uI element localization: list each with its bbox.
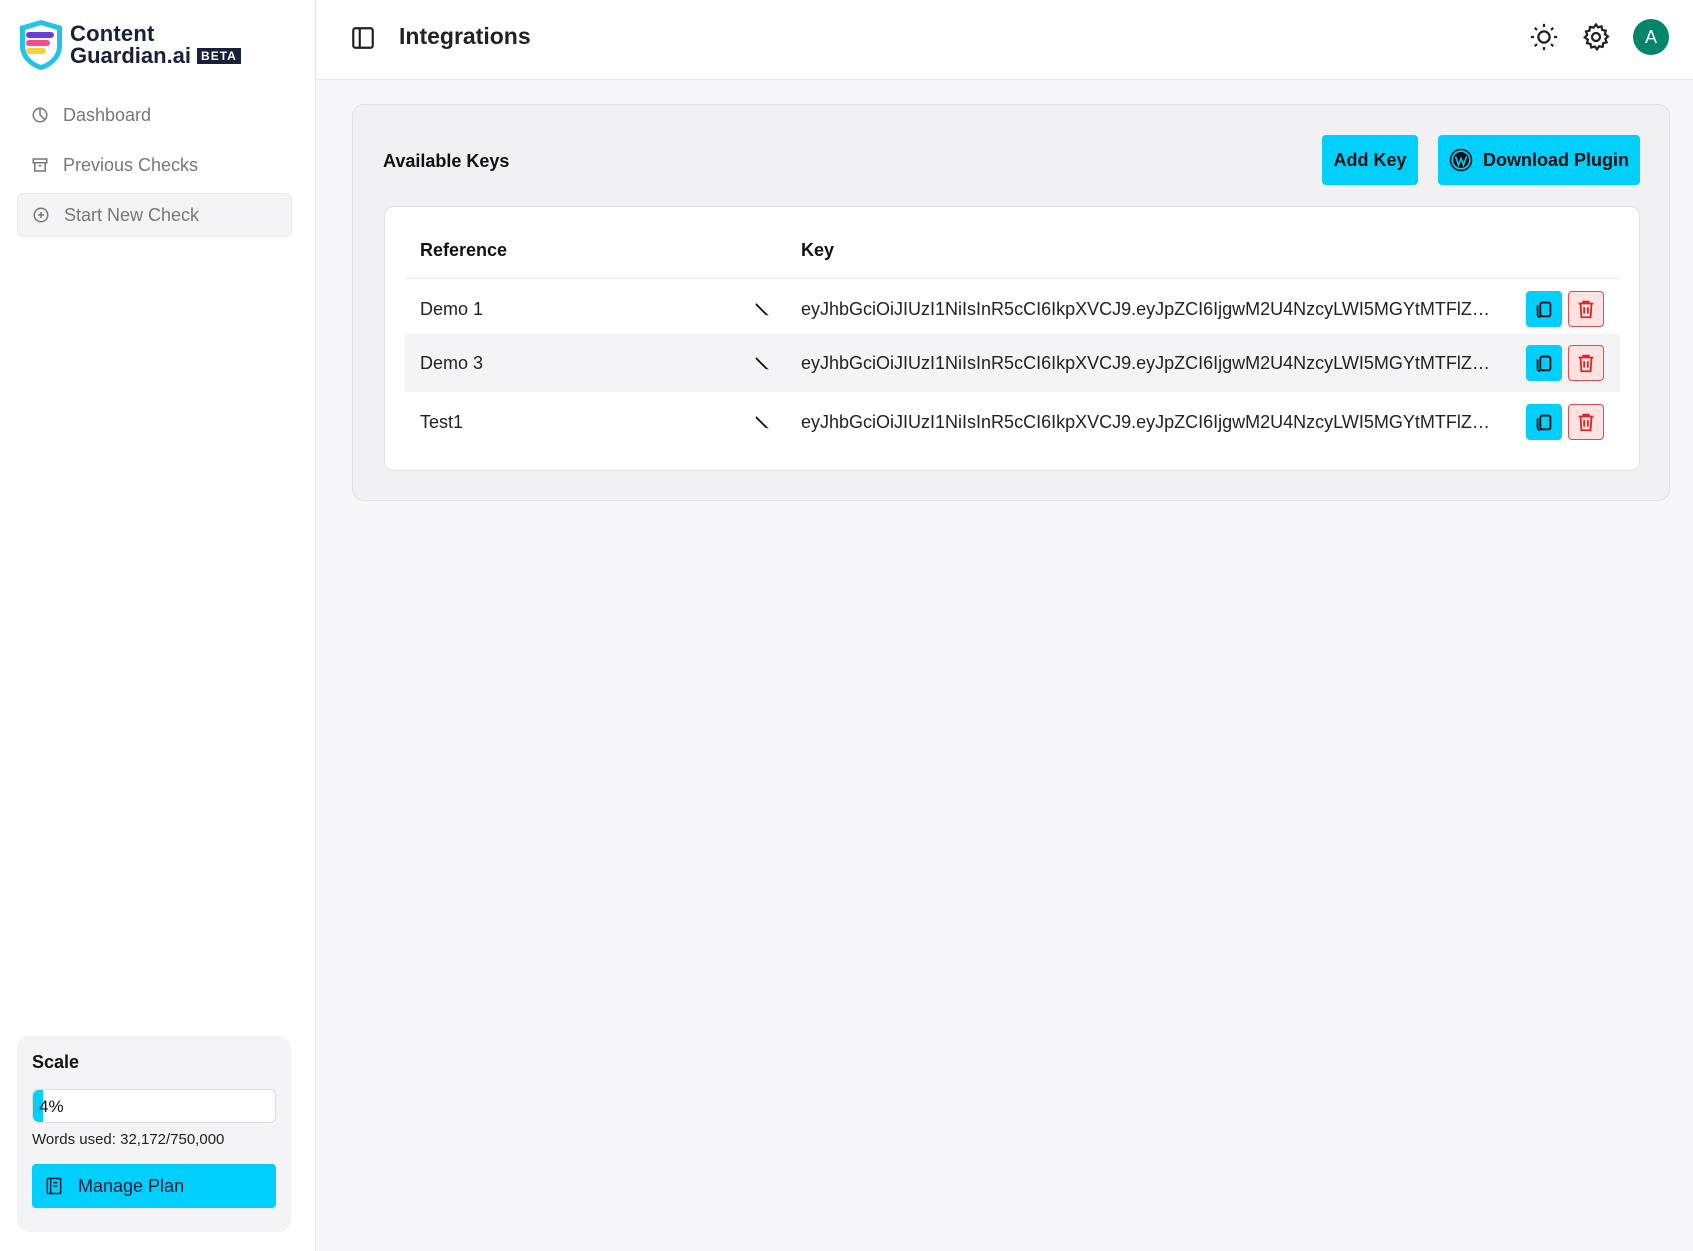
notebook-icon xyxy=(46,1177,62,1195)
plan-usage-card: Scale 4% Words used: 32,172/750,000 Mana… xyxy=(17,1036,291,1232)
brand-logo[interactable]: Content Guardian.ai BETA xyxy=(16,18,241,72)
trash-icon xyxy=(1578,354,1594,373)
usage-progress-bar: 4% xyxy=(32,1089,276,1123)
words-used: Words used: 32,172/750,000 xyxy=(32,1131,276,1148)
sidebar-item-previous-checks[interactable]: Previous Checks xyxy=(17,143,292,187)
sidebar-nav: Dashboard Previous Checks Start New Chec… xyxy=(17,93,292,243)
key-cell: eyJhbGciOiJIUzI1NiIsInR5cCI6IkpXVCJ9.eyJ… xyxy=(801,353,1497,373)
sidebar-item-label: Dashboard xyxy=(63,104,152,125)
page-title: Integrations xyxy=(399,23,531,49)
delete-key-button[interactable] xyxy=(1568,291,1604,327)
gear-icon[interactable] xyxy=(1581,22,1611,52)
shield-logo-icon xyxy=(20,20,62,70)
key-cell: eyJhbGciOiJIUzI1NiIsInR5cCI6IkpXVCJ9.eyJ… xyxy=(801,299,1497,319)
table-row: Demo 1 eyJhbGciOiJIUzI1NiIsInR5cCI6IkpXV… xyxy=(405,280,1620,338)
sidebar-toggle-icon[interactable] xyxy=(350,25,376,51)
pie-chart-icon xyxy=(32,107,48,123)
column-header-reference: Reference xyxy=(420,240,508,260)
reference-cell: Test1 xyxy=(420,412,464,432)
sidebar-item-start-new-check[interactable]: Start New Check xyxy=(17,193,292,237)
download-plugin-button[interactable]: Download Plugin xyxy=(1438,135,1640,185)
pencil-icon[interactable] xyxy=(753,299,773,319)
copy-icon xyxy=(1536,355,1552,373)
download-plugin-label: Download Plugin xyxy=(1483,149,1629,170)
plan-name: Scale xyxy=(32,1052,80,1072)
trash-icon xyxy=(1578,413,1594,432)
table-row: Test1 eyJhbGciOiJIUzI1NiIsInR5cCI6IkpXVC… xyxy=(405,393,1620,451)
top-header: Integrations A xyxy=(317,0,1693,80)
table-row: Demo 3 eyJhbGciOiJIUzI1NiIsInR5cCI6IkpXV… xyxy=(405,334,1620,392)
usage-percent: 4% xyxy=(39,1097,64,1116)
reference-cell: Demo 3 xyxy=(420,353,484,373)
words-used-value: 32,172/750,000 xyxy=(120,1131,225,1148)
sidebar-item-dashboard[interactable]: Dashboard xyxy=(17,93,292,137)
archive-icon xyxy=(32,158,48,172)
delete-key-button[interactable] xyxy=(1568,404,1604,440)
sidebar: Content Guardian.ai BETA Dashboard Previ… xyxy=(0,0,316,1251)
plus-circle-icon xyxy=(33,207,49,223)
pencil-icon[interactable] xyxy=(753,412,773,432)
add-key-button[interactable]: Add Key xyxy=(1322,135,1418,185)
delete-key-button[interactable] xyxy=(1568,345,1604,381)
manage-plan-label: Manage Plan xyxy=(78,1175,185,1196)
trash-icon xyxy=(1578,300,1594,319)
copy-key-button[interactable] xyxy=(1526,291,1562,327)
sidebar-item-label: Previous Checks xyxy=(63,154,199,175)
beta-badge: BETA xyxy=(197,48,241,64)
table-header: Reference Key xyxy=(405,233,1620,279)
brand-name-line1: Content xyxy=(70,21,155,46)
sun-icon[interactable] xyxy=(1529,22,1559,52)
reference-cell: Demo 1 xyxy=(420,299,484,319)
sidebar-item-label: Start New Check xyxy=(64,204,200,225)
brand-name-line2: Guardian.ai xyxy=(70,43,192,68)
pencil-icon[interactable] xyxy=(753,353,773,373)
copy-key-button[interactable] xyxy=(1526,345,1562,381)
wordpress-icon xyxy=(1449,148,1473,172)
manage-plan-button[interactable]: Manage Plan xyxy=(32,1164,276,1208)
copy-icon xyxy=(1536,301,1552,319)
keys-table: Reference Key Demo 1 eyJhbGciOiJIUzI1NiI… xyxy=(384,206,1640,471)
column-header-key: Key xyxy=(801,240,835,260)
key-cell: eyJhbGciOiJIUzI1NiIsInR5cCI6IkpXVCJ9.eyJ… xyxy=(801,412,1497,432)
available-keys-card: Available Keys Add Key Download Plugin R… xyxy=(352,104,1670,501)
copy-key-button[interactable] xyxy=(1526,404,1562,440)
section-title: Available Keys xyxy=(383,151,510,171)
user-avatar[interactable]: A xyxy=(1633,19,1669,55)
words-used-label: Words used: xyxy=(32,1131,116,1148)
copy-icon xyxy=(1536,414,1552,432)
